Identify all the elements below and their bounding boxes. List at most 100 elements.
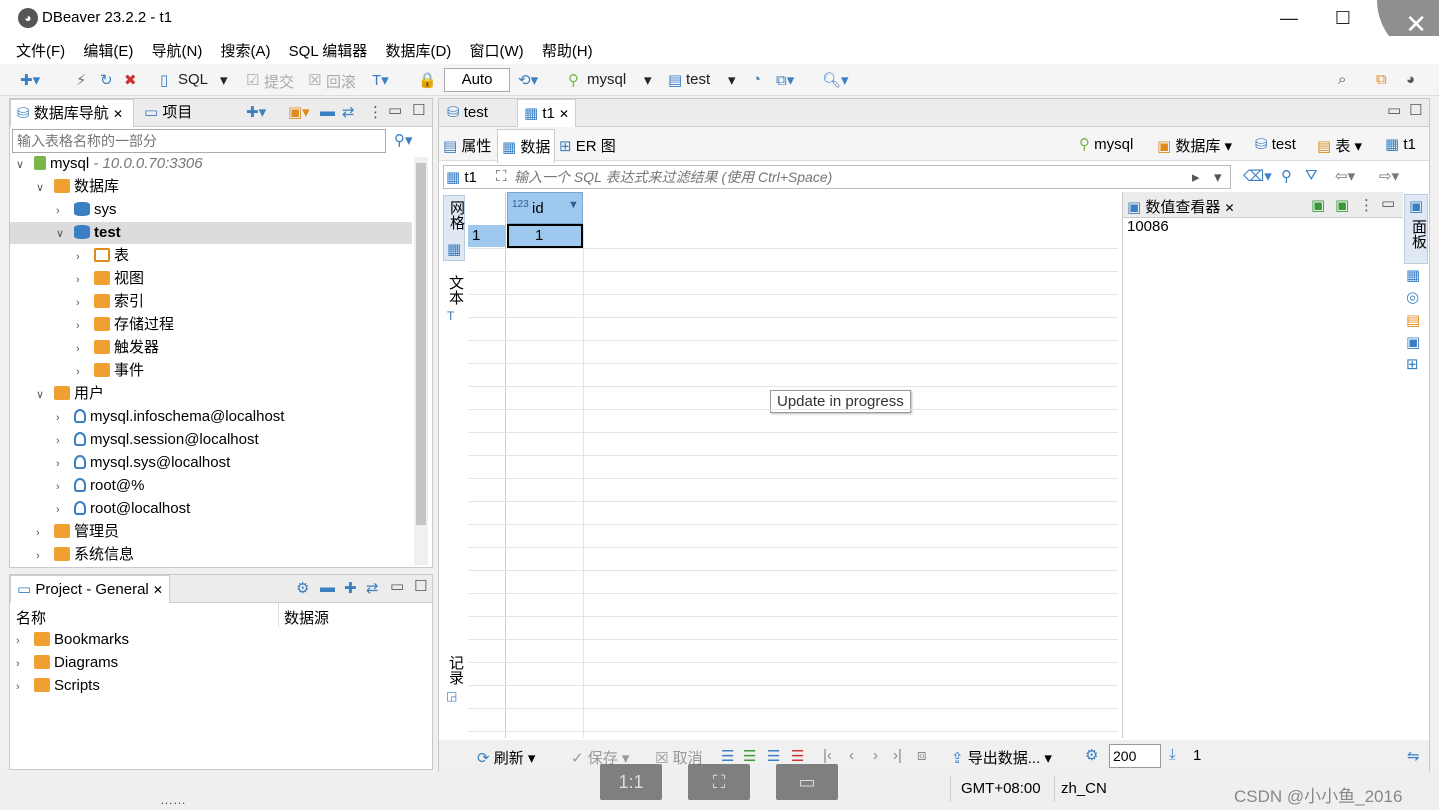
menu-help[interactable]: 帮助(H)	[535, 36, 600, 65]
next-page-icon[interactable]: ›	[873, 747, 878, 764]
chevron-right-icon[interactable]: ›	[56, 200, 74, 222]
rollback-button[interactable]: 回滚	[326, 71, 356, 92]
expand-filter-icon[interactable]: ⛶	[496, 168, 507, 185]
first-page-icon[interactable]: |‹	[823, 747, 832, 764]
edit-row-icon[interactable]: ☰	[721, 747, 734, 765]
rollback-icon[interactable]: ☒	[308, 71, 321, 89]
sort-icon[interactable]: ▼	[568, 199, 579, 211]
back-icon[interactable]: ⇦▾	[1335, 167, 1355, 185]
tab-editor-t1[interactable]: ▦ t1 ✕	[517, 99, 577, 127]
expand-icon[interactable]: ✚	[344, 579, 357, 597]
search-icon[interactable]: 🔍︎▾	[822, 71, 849, 89]
chevron-down-icon[interactable]: ∨	[36, 177, 54, 199]
connection-dropdown-icon[interactable]: ▾	[644, 71, 652, 89]
previous-page-icon[interactable]: ‹	[849, 747, 854, 764]
close-icon[interactable]: ✕	[559, 107, 569, 121]
chevron-right-icon[interactable]: ›	[16, 653, 34, 675]
value-panel-icon[interactable]: ⊞	[1406, 355, 1419, 373]
filter-icon[interactable]: ⚲▾	[394, 131, 413, 149]
view-grid-toggle[interactable]: 网格 ▦	[443, 195, 465, 261]
tab-project-general[interactable]: ▭ Project - General ✕	[10, 575, 170, 603]
new-connection-icon[interactable]: ✚▾	[20, 71, 40, 89]
eraser-icon[interactable]: ⌫▾	[1243, 167, 1272, 185]
tab-database-navigator[interactable]: ⛁ 数据库导航 ✕	[10, 99, 134, 127]
maximize-button[interactable]: ☐	[1320, 4, 1366, 32]
cell-id-row-1[interactable]: 1	[507, 224, 583, 248]
chevron-down-icon[interactable]: ∨	[36, 384, 54, 406]
maximize-icon[interactable]: ☐	[412, 101, 425, 119]
maximize-icon[interactable]: ☐	[1409, 101, 1422, 119]
collapse-all-icon[interactable]: ▬	[320, 103, 335, 120]
view-menu-icon[interactable]: ⋮	[368, 103, 383, 121]
metadata-icon[interactable]: ◎	[1406, 288, 1419, 306]
tree-databases[interactable]: ∨ 数据库	[36, 176, 119, 198]
link-icon[interactable]: ⇄	[366, 579, 379, 597]
disconnect-icon[interactable]: ✖	[124, 71, 137, 89]
subtab-er[interactable]: ⊞ ER 图	[559, 135, 616, 156]
project-item-diagrams[interactable]: › Diagrams	[16, 652, 118, 674]
dashboard-icon[interactable]: ◔	[752, 71, 761, 88]
minimize-icon[interactable]: ▭	[388, 101, 402, 119]
row-count-icon[interactable]: ⤓	[1169, 746, 1176, 763]
reconnect-icon[interactable]: ↻	[100, 71, 113, 89]
delete-row-icon[interactable]: ☰	[791, 747, 804, 765]
menu-sql-editor[interactable]: SQL 编辑器	[282, 36, 375, 65]
chevron-right-icon[interactable]: ›	[76, 338, 94, 360]
chevron-right-icon[interactable]: ›	[56, 430, 74, 452]
fetch-all-icon[interactable]: ⧈	[917, 747, 927, 764]
add-row-icon[interactable]: ☰	[743, 747, 756, 765]
column-header-id[interactable]: 123 id ▼	[507, 192, 583, 224]
sql-button[interactable]: SQL	[178, 71, 208, 88]
project-item-bookmarks[interactable]: › Bookmarks	[16, 629, 129, 651]
database-dropdown-icon[interactable]: ▾	[728, 71, 736, 89]
locale-status[interactable]: zh_CN	[1054, 776, 1118, 802]
chevron-right-icon[interactable]: ›	[16, 630, 34, 652]
filter-settings-icon[interactable]: ⚲	[1281, 167, 1292, 185]
transaction-mode-icon[interactable]: T▾	[372, 71, 389, 89]
tree-connection-mysql[interactable]: ∨ mysql - 10.0.0.70:3306	[16, 153, 203, 175]
tools-icon[interactable]: ⧉▾	[776, 71, 794, 89]
minimize-button[interactable]: —	[1266, 4, 1312, 32]
fetch-size-input[interactable]	[1109, 744, 1161, 768]
chevron-right-icon[interactable]: ›	[76, 246, 94, 268]
sql-dropdown-icon[interactable]: ▾	[220, 71, 228, 89]
save-to-file-icon[interactable]: ▣	[1335, 196, 1349, 214]
calc-icon[interactable]: ▤	[1406, 311, 1420, 329]
gear-icon[interactable]: ⚙	[296, 579, 309, 597]
tree-user-root-any[interactable]: › root@%	[56, 475, 144, 497]
chevron-down-icon[interactable]: ∨	[56, 223, 74, 245]
chevron-right-icon[interactable]: ›	[56, 499, 74, 521]
apply-filter-icon[interactable]: ▸	[1192, 168, 1200, 186]
filter-history-icon[interactable]: ▾	[1214, 168, 1222, 186]
tree-tables[interactable]: › 表	[76, 245, 129, 267]
tree-administer[interactable]: › 管理员	[36, 521, 119, 543]
tree-views[interactable]: › 视图	[76, 268, 144, 290]
save-icon[interactable]: ▣	[1311, 196, 1325, 214]
maximize-icon[interactable]: ☐	[414, 577, 427, 595]
references-icon[interactable]: ▣	[1406, 333, 1420, 351]
tree-db-test[interactable]: ∨ test	[10, 222, 412, 244]
breadcrumb-table[interactable]: ▦ t1	[1385, 135, 1416, 153]
row-number-1[interactable]: 1	[468, 225, 506, 247]
lock-icon[interactable]: 🔒	[418, 71, 437, 89]
value-viewer-content[interactable]: 10086	[1127, 218, 1169, 235]
transaction-mode-box[interactable]: Auto	[444, 68, 510, 92]
minimize-icon[interactable]: ▭	[1381, 194, 1395, 212]
menu-database[interactable]: 数据库(D)	[378, 36, 458, 65]
gear-icon[interactable]: ⚙	[1085, 746, 1098, 764]
navigator-scrollbar[interactable]	[414, 157, 428, 565]
tab-project[interactable]: ▭ 项目	[138, 99, 198, 127]
link-editor-icon[interactable]: ⇄	[342, 103, 355, 121]
tree-triggers[interactable]: › 触发器	[76, 337, 159, 359]
minimize-icon[interactable]: ▭	[390, 577, 404, 595]
tree-user-sys[interactable]: › mysql.sys@localhost	[56, 452, 230, 474]
chevron-right-icon[interactable]: ›	[76, 292, 94, 314]
chevron-right-icon[interactable]: ›	[76, 269, 94, 291]
tree-events[interactable]: › 事件	[76, 360, 144, 382]
collapse-icon[interactable]: ▬	[320, 579, 335, 596]
subtab-data[interactable]: ▦ 数据	[497, 129, 556, 163]
connect-icon[interactable]: ⚡	[76, 71, 87, 89]
tree-db-sys[interactable]: › sys	[56, 199, 117, 221]
menu-window[interactable]: 窗口(W)	[462, 36, 530, 65]
tree-users[interactable]: ∨ 用户	[36, 383, 104, 405]
